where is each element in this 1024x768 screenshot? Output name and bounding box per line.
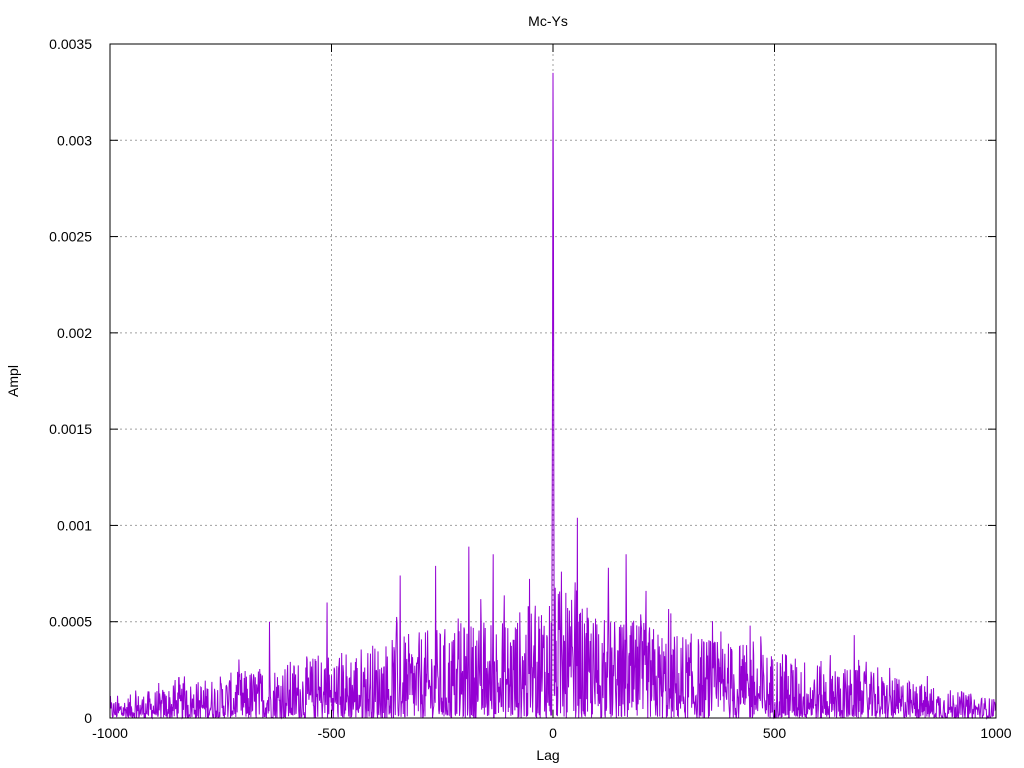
x-tick-label: 500	[763, 725, 787, 741]
chart-title: Mc-Ys	[528, 13, 568, 29]
x-axis-label: Lag	[536, 747, 559, 763]
x-tick-label: 1000	[980, 725, 1011, 741]
chart-background	[0, 0, 1024, 768]
y-tick-label: 0.0025	[49, 229, 92, 245]
y-axis-label: Ampl	[5, 365, 21, 397]
chart: -1000 -500 0 500 1000 0 0.0005 0.001 0.0015 0.00…	[0, 0, 1024, 768]
y-tick-label: 0.003	[57, 132, 92, 148]
y-tick-label: 0.0035	[49, 36, 92, 52]
x-tick-label: -1000	[92, 725, 128, 741]
x-tick-label: -500	[317, 725, 345, 741]
y-tick-label: 0.001	[57, 517, 92, 533]
x-tick-label: 0	[549, 725, 557, 741]
y-tick-label: 0.0015	[49, 421, 92, 437]
y-tick-label: 0.002	[57, 325, 92, 341]
y-tick-label: 0.0005	[49, 614, 92, 630]
y-tick-label: 0	[84, 710, 92, 726]
